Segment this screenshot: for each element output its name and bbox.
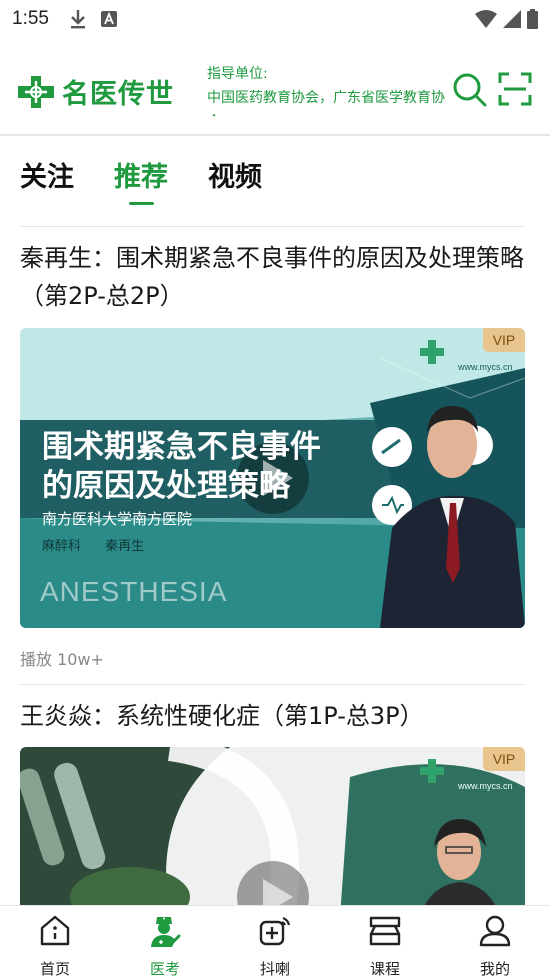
nav-label: 医考	[149, 960, 180, 978]
thumbnail-headline-line2: 的原因及处理策略	[42, 468, 290, 504]
thumbnail-dept: 麻醉科 秦再生	[42, 535, 144, 554]
thumbnail-doctor: 秦再生	[105, 539, 145, 554]
nav-profile[interactable]: 我的	[455, 914, 535, 979]
status-time: 1:55	[12, 8, 49, 29]
thumbnail-watermark: www.mycs.cn	[458, 781, 513, 791]
feed-divider	[20, 684, 525, 685]
font-a-icon	[100, 11, 117, 27]
post-title[interactable]: 王炎焱：系统性硬化症（第1P-总3P）	[20, 697, 530, 735]
nav-exam[interactable]: 医考	[125, 914, 205, 979]
wifi-icon	[475, 10, 497, 28]
feed-tabs: 关注 推荐 视频	[20, 155, 525, 227]
nav-label: 我的	[479, 960, 510, 978]
nav-label: 抖喇	[259, 960, 290, 978]
doctor-exam-icon	[151, 917, 181, 947]
medical-cross-logo-icon	[18, 75, 54, 108]
course-icon	[369, 916, 401, 946]
guide-label: 指导单位:	[207, 66, 268, 82]
thumbnail-bg-word: ANESTHESIA	[40, 576, 228, 607]
guide-text: 中国医药教育协会，广东省医学教育协会	[207, 90, 445, 116]
thumbnail-hospital: 南方医科大学南方医院	[42, 510, 193, 528]
scan-icon[interactable]	[498, 72, 532, 106]
video-post-icon	[259, 916, 291, 946]
thumbnail-art	[20, 747, 525, 917]
status-notification-icons	[69, 9, 117, 29]
thumbnail-watermark: www.mycs.cn	[458, 362, 513, 372]
play-count: 播放 10w+	[20, 650, 104, 669]
app-header: 名医传世 指导单位: 中国医药教育协会，广东省医学教育协会	[0, 38, 550, 136]
vip-badge: VIP	[483, 747, 525, 771]
logo-text: 名医传世	[62, 79, 174, 110]
download-icon	[70, 10, 85, 29]
post-title[interactable]: 秦再生：围术期紧急不良事件的原因及处理策略（第2P-总2P）	[20, 239, 530, 315]
nav-label: 首页	[39, 960, 70, 978]
active-tab-indicator	[129, 202, 154, 205]
search-icon[interactable]	[452, 72, 488, 108]
vip-badge: VIP	[483, 328, 525, 352]
nav-label: 课程	[369, 960, 400, 978]
tab-video[interactable]: 视频	[208, 155, 262, 194]
thumbnail-headline-line1: 围术期紧急不良事件	[42, 429, 321, 465]
nav-video-post[interactable]: 抖喇	[235, 914, 315, 979]
tab-recommend[interactable]: 推荐	[114, 155, 168, 194]
video-thumbnail[interactable]: www.mycs.cn VIP	[20, 747, 525, 917]
guide-units: 指导单位: 中国医药教育协会，广东省医学教育协会	[207, 62, 457, 116]
nav-course[interactable]: 课程	[345, 914, 425, 979]
thumbnail-dept-name: 麻醉科	[42, 539, 82, 554]
tab-follow[interactable]: 关注	[20, 155, 74, 194]
thumbnail-headline: 围术期紧急不良事件 的原因及处理策略	[42, 428, 372, 506]
bottom-nav: 首页 医考 抖喇 课程 我的	[0, 905, 550, 979]
video-thumbnail[interactable]: 围术期紧急不良事件 的原因及处理策略 南方医科大学南方医院 麻醉科 秦再生 AN…	[20, 328, 525, 628]
status-bar: 1:55	[0, 0, 550, 38]
status-system-icons	[475, 9, 538, 29]
home-icon	[40, 915, 70, 946]
app-logo[interactable]: 名医传世	[16, 72, 174, 111]
battery-icon	[527, 9, 538, 29]
nav-home[interactable]: 首页	[15, 914, 95, 979]
profile-icon	[479, 915, 511, 947]
cellular-signal-icon	[503, 10, 521, 28]
